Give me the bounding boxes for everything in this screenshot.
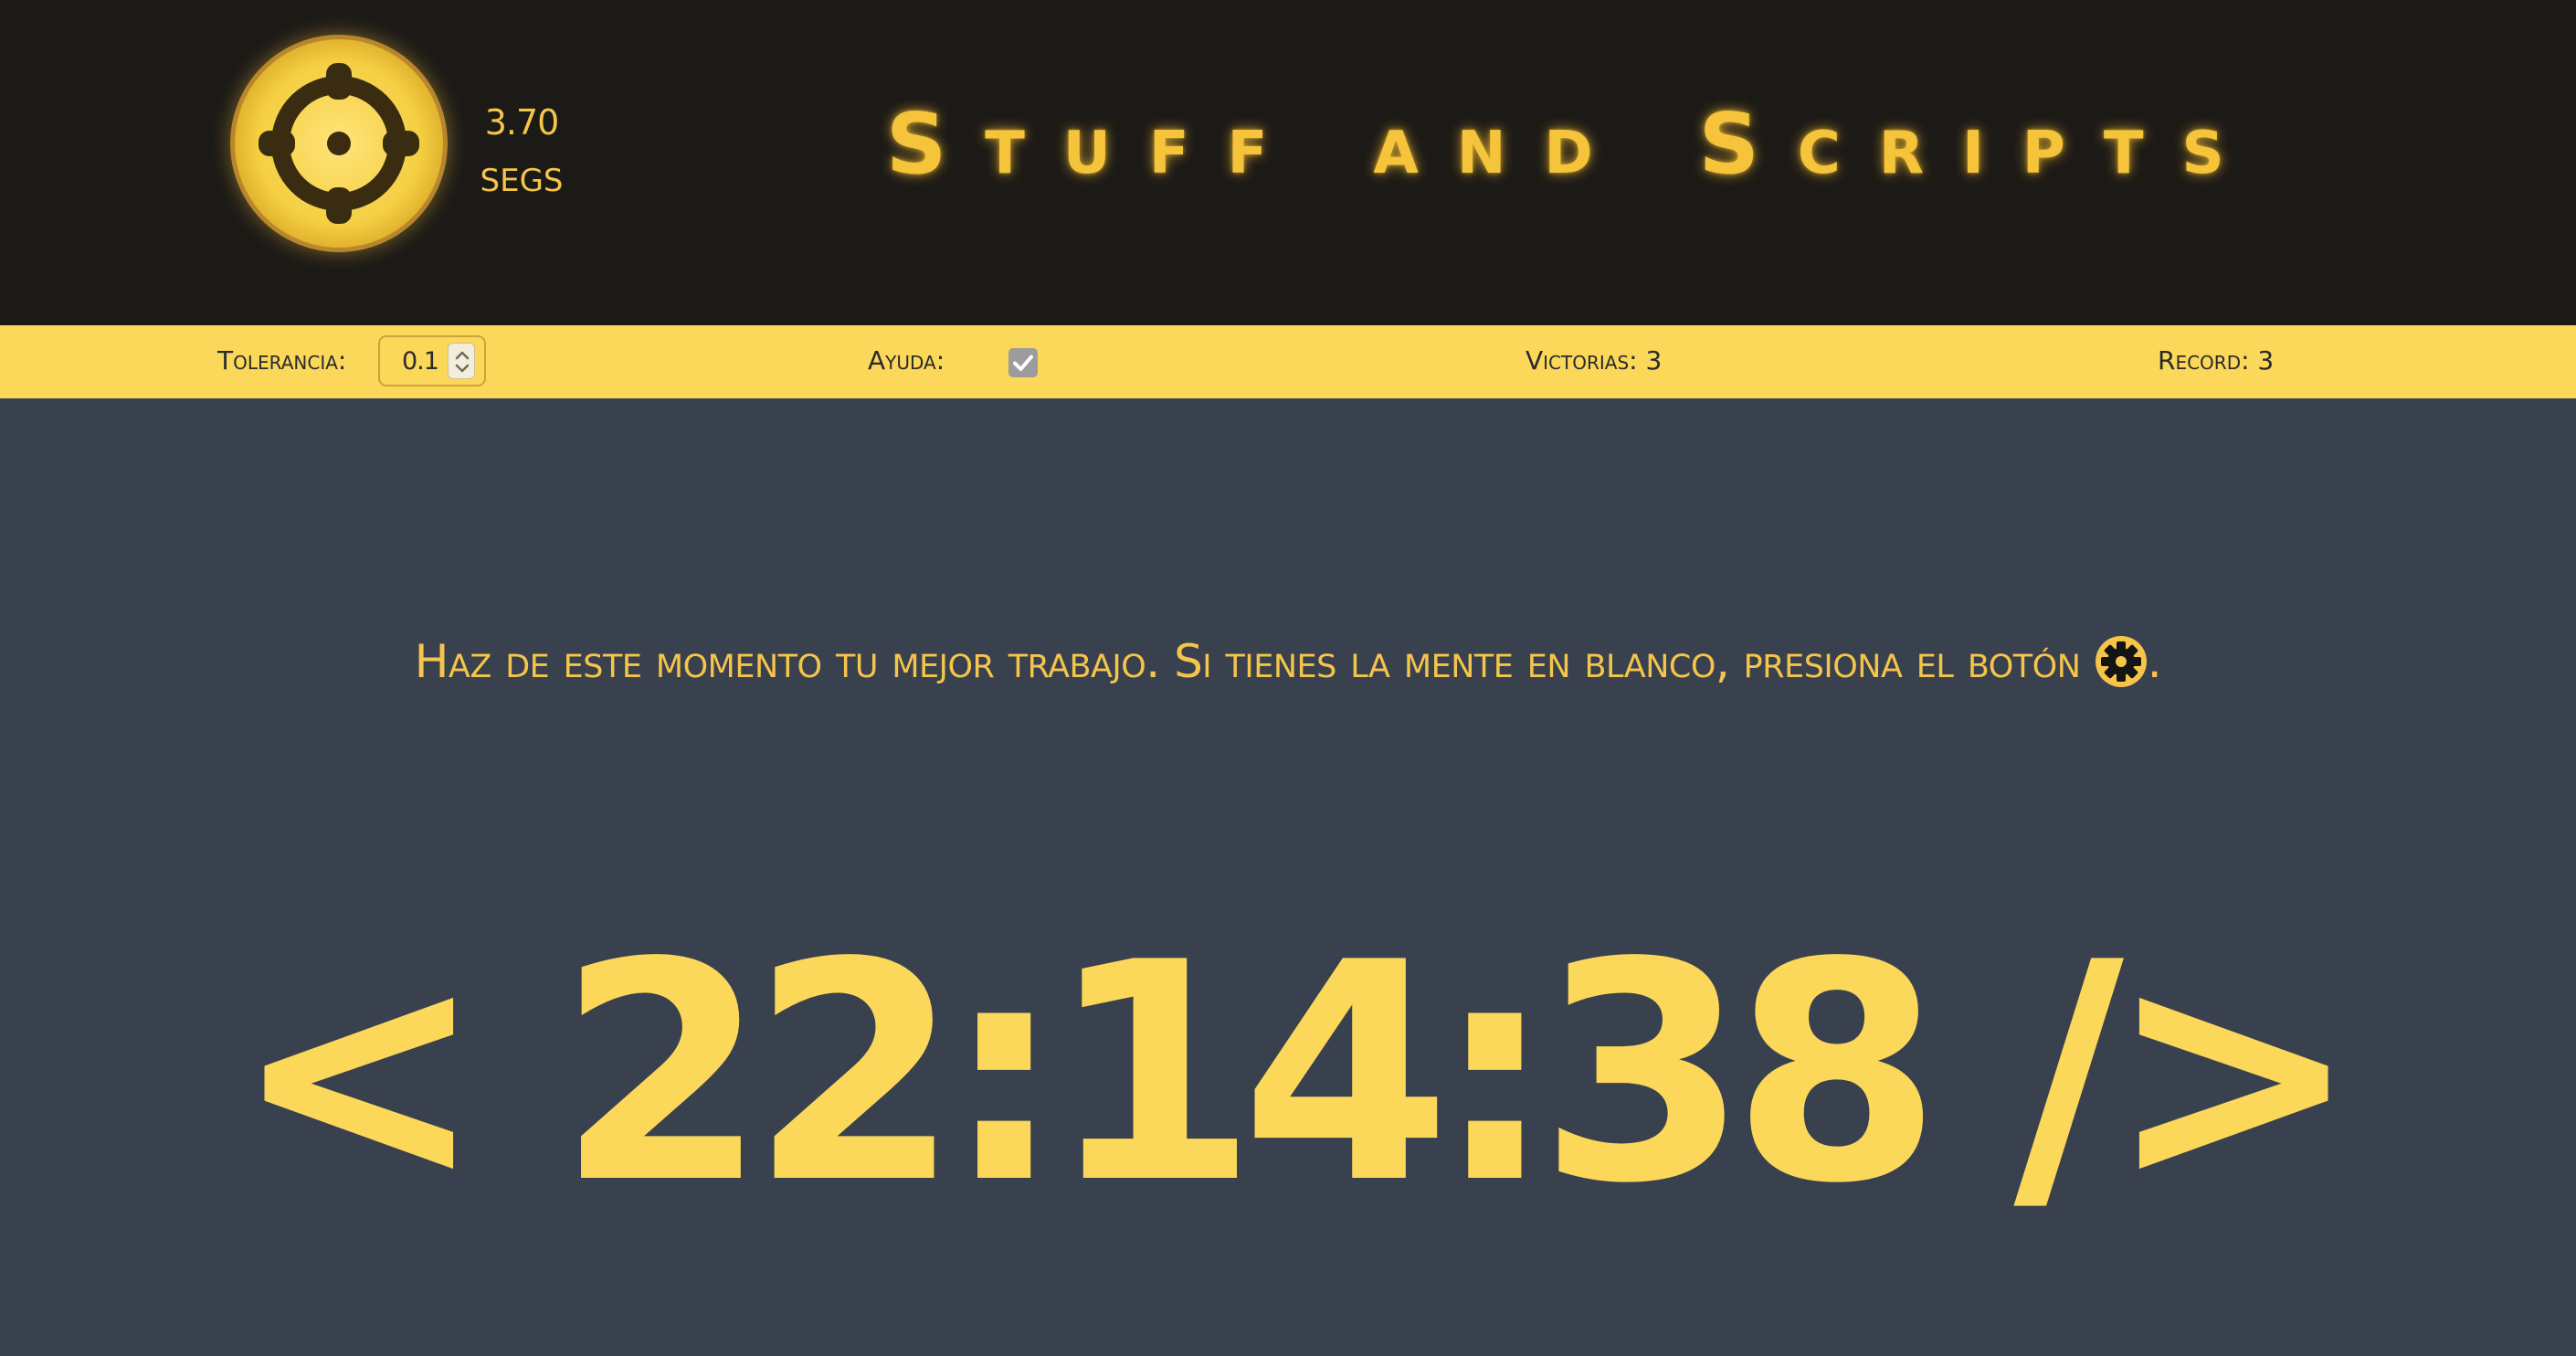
checkmark-icon <box>1013 355 1033 371</box>
tolerance-stepper[interactable] <box>448 343 475 379</box>
site-header: 3.70 SEGS Stuff and Scripts <box>0 0 2576 325</box>
timer-value: 3.70 <box>484 102 560 143</box>
tolerance-input[interactable]: 0.1 <box>378 335 486 387</box>
timer-unit: SEGS <box>480 163 564 199</box>
instruction-text: Haz de este momento tu mejor trabajo. Si… <box>0 635 2576 690</box>
target-button[interactable] <box>230 35 448 252</box>
settings-bar: Tolerancia: 0.1 Ayuda: Victorias: 3 Reco… <box>0 325 2576 398</box>
clock-display: < 22:14:38 /> <box>232 898 2360 1249</box>
instruction-end: . <box>2147 635 2162 688</box>
site-title: Stuff and Scripts <box>886 95 2263 193</box>
gear-icon <box>2095 636 2147 687</box>
victories-counter: Victorias: 3 <box>1526 345 1663 376</box>
record-counter: Record: 3 <box>2158 345 2275 376</box>
gear-button[interactable] <box>2095 635 2148 688</box>
crosshair-target-icon <box>259 63 419 224</box>
instruction-message: Haz de este momento tu mejor trabajo. Si… <box>414 635 2081 688</box>
help-label: Ayuda: <box>868 345 945 376</box>
stepper-arrows-icon <box>455 351 470 373</box>
tolerance-label: Tolerancia: <box>217 345 347 376</box>
help-checkbox[interactable] <box>1008 348 1038 377</box>
tolerance-value: 0.1 <box>402 347 439 376</box>
